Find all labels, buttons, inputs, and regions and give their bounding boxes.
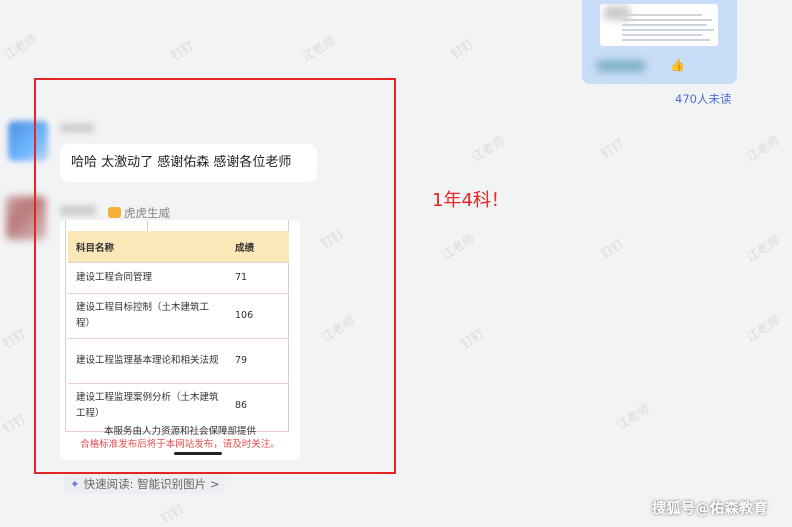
watermark: 钉钉 [598,236,627,262]
watermark: 钉钉 [0,326,29,352]
brand-watermark: 搜狐号@佑森教育 [652,501,768,517]
magic-wand-icon: ✦ [70,477,80,491]
sent-message-bubble[interactable]: 👍 [582,0,737,84]
watermark: 江老师 [299,33,338,65]
sent-file-card[interactable] [600,4,718,46]
watermark: 江老师 [744,133,783,165]
blurred-thumbnail [604,6,630,20]
watermark: 江老师 [744,313,783,345]
watermark: 钉钉 [0,411,29,437]
quick-read-button[interactable]: ✦ 快速阅读: 智能识别图片 > [64,474,226,494]
watermark: 钉钉 [168,38,197,64]
watermark: 江老师 [469,133,508,165]
annotation-text: 1年4科！ [432,190,509,211]
watermark: 江老师 [1,31,40,63]
thumbs-up-icon: 👍 [670,58,685,72]
watermark: 江老师 [614,401,653,433]
watermark: 钉钉 [158,501,187,527]
highlight-box [34,78,396,474]
watermark: 江老师 [439,231,478,263]
unread-count-link[interactable]: 470人未读 [675,91,731,107]
watermark: 江老师 [744,233,783,265]
blurred-text [596,60,646,72]
watermark: 钉钉 [598,136,627,162]
watermark: 钉钉 [458,326,487,352]
watermark: 钉钉 [448,36,477,62]
